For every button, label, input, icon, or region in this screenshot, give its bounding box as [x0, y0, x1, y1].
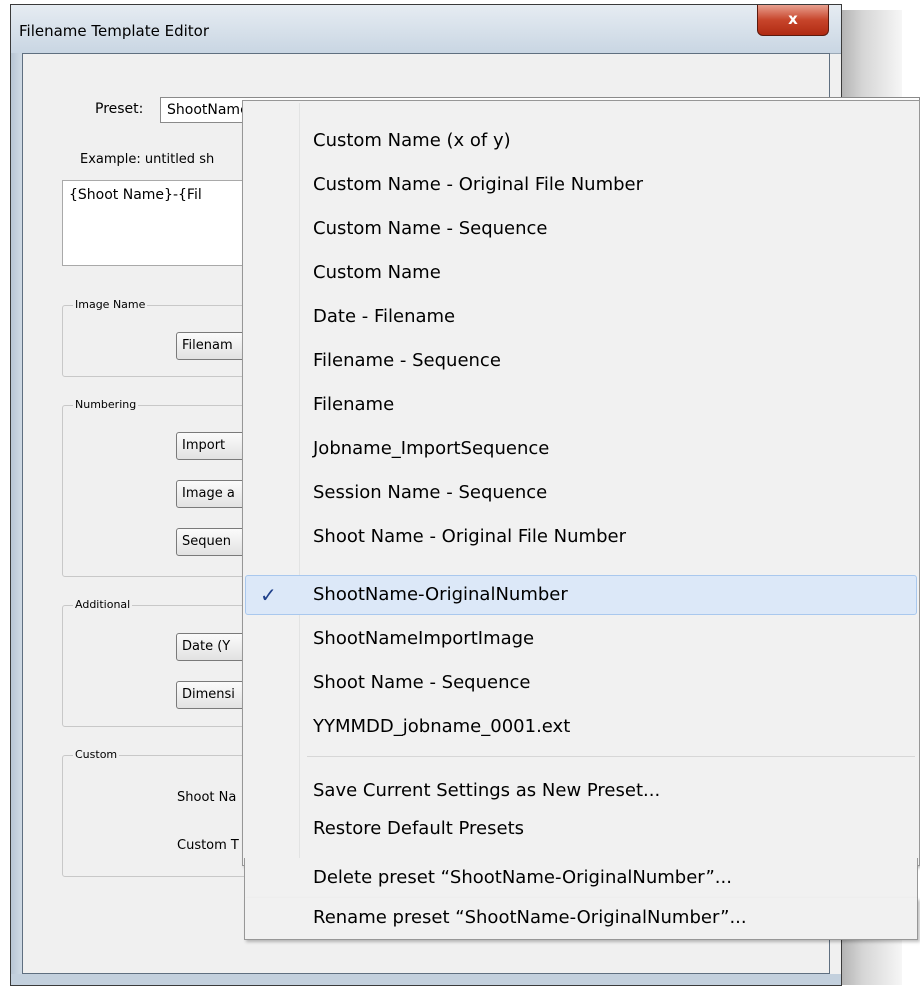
menu-item[interactable]: ShootNameImportImage — [245, 619, 917, 659]
menu-item-selected[interactable]: ✓ ShootName-OriginalNumber — [245, 575, 917, 615]
menu-item-label: Jobname_ImportSequence — [313, 438, 550, 459]
menu-item-label: Rename preset “ShootName-OriginalNumber”… — [313, 907, 747, 928]
menu-item-label: Shoot Name - Sequence — [313, 672, 531, 693]
custom-group — [62, 755, 262, 877]
title-bar[interactable]: Filename Template Editor x — [11, 5, 841, 54]
menu-item-label: Session Name - Sequence — [313, 482, 548, 503]
custom-group-label: Custom — [73, 748, 120, 761]
menu-item-label: ShootNameImportImage — [313, 628, 535, 649]
menu-item-label: Filename — [313, 394, 395, 415]
numbering-group-label: Numbering — [73, 398, 139, 411]
menu-item[interactable]: Custom Name (x of y) — [245, 121, 917, 161]
menu-item[interactable]: Shoot Name - Original File Number — [245, 517, 917, 557]
delete-preset-menu-item[interactable]: Delete preset “ShootName-OriginalNumber”… — [244, 858, 918, 898]
restore-presets-menu-item[interactable]: Restore Default Presets — [245, 811, 917, 847]
custom-text-field-label: Custom T — [177, 838, 239, 853]
template-text: {Shoot Name}-{Fil — [69, 187, 202, 203]
preset-dropdown-menu: Custom Name (x of y) Custom Name - Origi… — [242, 100, 920, 866]
menu-item-label: Custom Name (x of y) — [313, 130, 511, 151]
menu-item-label: Custom Name — [313, 262, 441, 283]
menu-separator — [307, 756, 915, 757]
menu-item[interactable]: Jobname_ImportSequence — [245, 429, 917, 469]
additional-group-label: Additional — [73, 598, 133, 611]
menu-item[interactable]: Custom Name - Original File Number — [245, 165, 917, 205]
menu-item-label: Date - Filename — [313, 306, 456, 327]
menu-item[interactable]: Filename - Sequence — [245, 341, 917, 381]
window-title: Filename Template Editor — [19, 22, 210, 40]
window-frame-left — [11, 53, 22, 985]
save-preset-menu-item[interactable]: Save Current Settings as New Preset... — [245, 771, 917, 811]
menu-item[interactable]: Filename — [245, 385, 917, 425]
import-token-label: Import — [182, 438, 226, 453]
close-button[interactable]: x — [757, 5, 829, 36]
dimensions-token-label: Dimensi — [182, 687, 235, 702]
rename-preset-menu-item[interactable]: Rename preset “ShootName-OriginalNumber”… — [244, 898, 918, 940]
image-name-group-label: Image Name — [73, 298, 148, 311]
menu-item[interactable]: Custom Name - Sequence — [245, 209, 917, 249]
menu-item-label: Shoot Name - Original File Number — [313, 526, 626, 547]
menu-item-label: Save Current Settings as New Preset... — [313, 780, 661, 801]
template-text-field[interactable]: {Shoot Name}-{Fil — [62, 180, 262, 266]
example-label: Example: untitled sh — [80, 152, 215, 167]
menu-item[interactable]: Custom Name — [245, 253, 917, 293]
menu-item[interactable]: Shoot Name - Sequence — [245, 663, 917, 703]
image-token-label: Image a — [182, 486, 235, 501]
date-token-label: Date (Y — [182, 639, 231, 654]
menu-item-label: Filename - Sequence — [313, 350, 501, 371]
menu-item-label: Custom Name - Sequence — [313, 218, 548, 239]
menu-item-label: YYMMDD_jobname_0001.ext — [313, 716, 571, 737]
menu-item-label: Custom Name - Original File Number — [313, 174, 644, 195]
menu-item[interactable]: Date - Filename — [245, 297, 917, 337]
menu-item-label: Delete preset “ShootName-OriginalNumber”… — [313, 867, 732, 888]
close-icon: x — [788, 10, 798, 28]
shoot-name-field-label: Shoot Na — [177, 790, 237, 805]
check-icon: ✓ — [260, 583, 277, 607]
sequence-token-label: Sequen — [182, 534, 231, 549]
menu-item[interactable]: Session Name - Sequence — [245, 473, 917, 513]
filename-token-label: Filenam — [182, 338, 233, 353]
menu-item-label: ShootName-OriginalNumber — [313, 584, 568, 605]
menu-item[interactable]: YYMMDD_jobname_0001.ext — [245, 707, 917, 747]
window-frame-bottom — [11, 974, 841, 985]
menu-item-label: Restore Default Presets — [313, 818, 525, 839]
preset-label: Preset: — [95, 101, 144, 117]
